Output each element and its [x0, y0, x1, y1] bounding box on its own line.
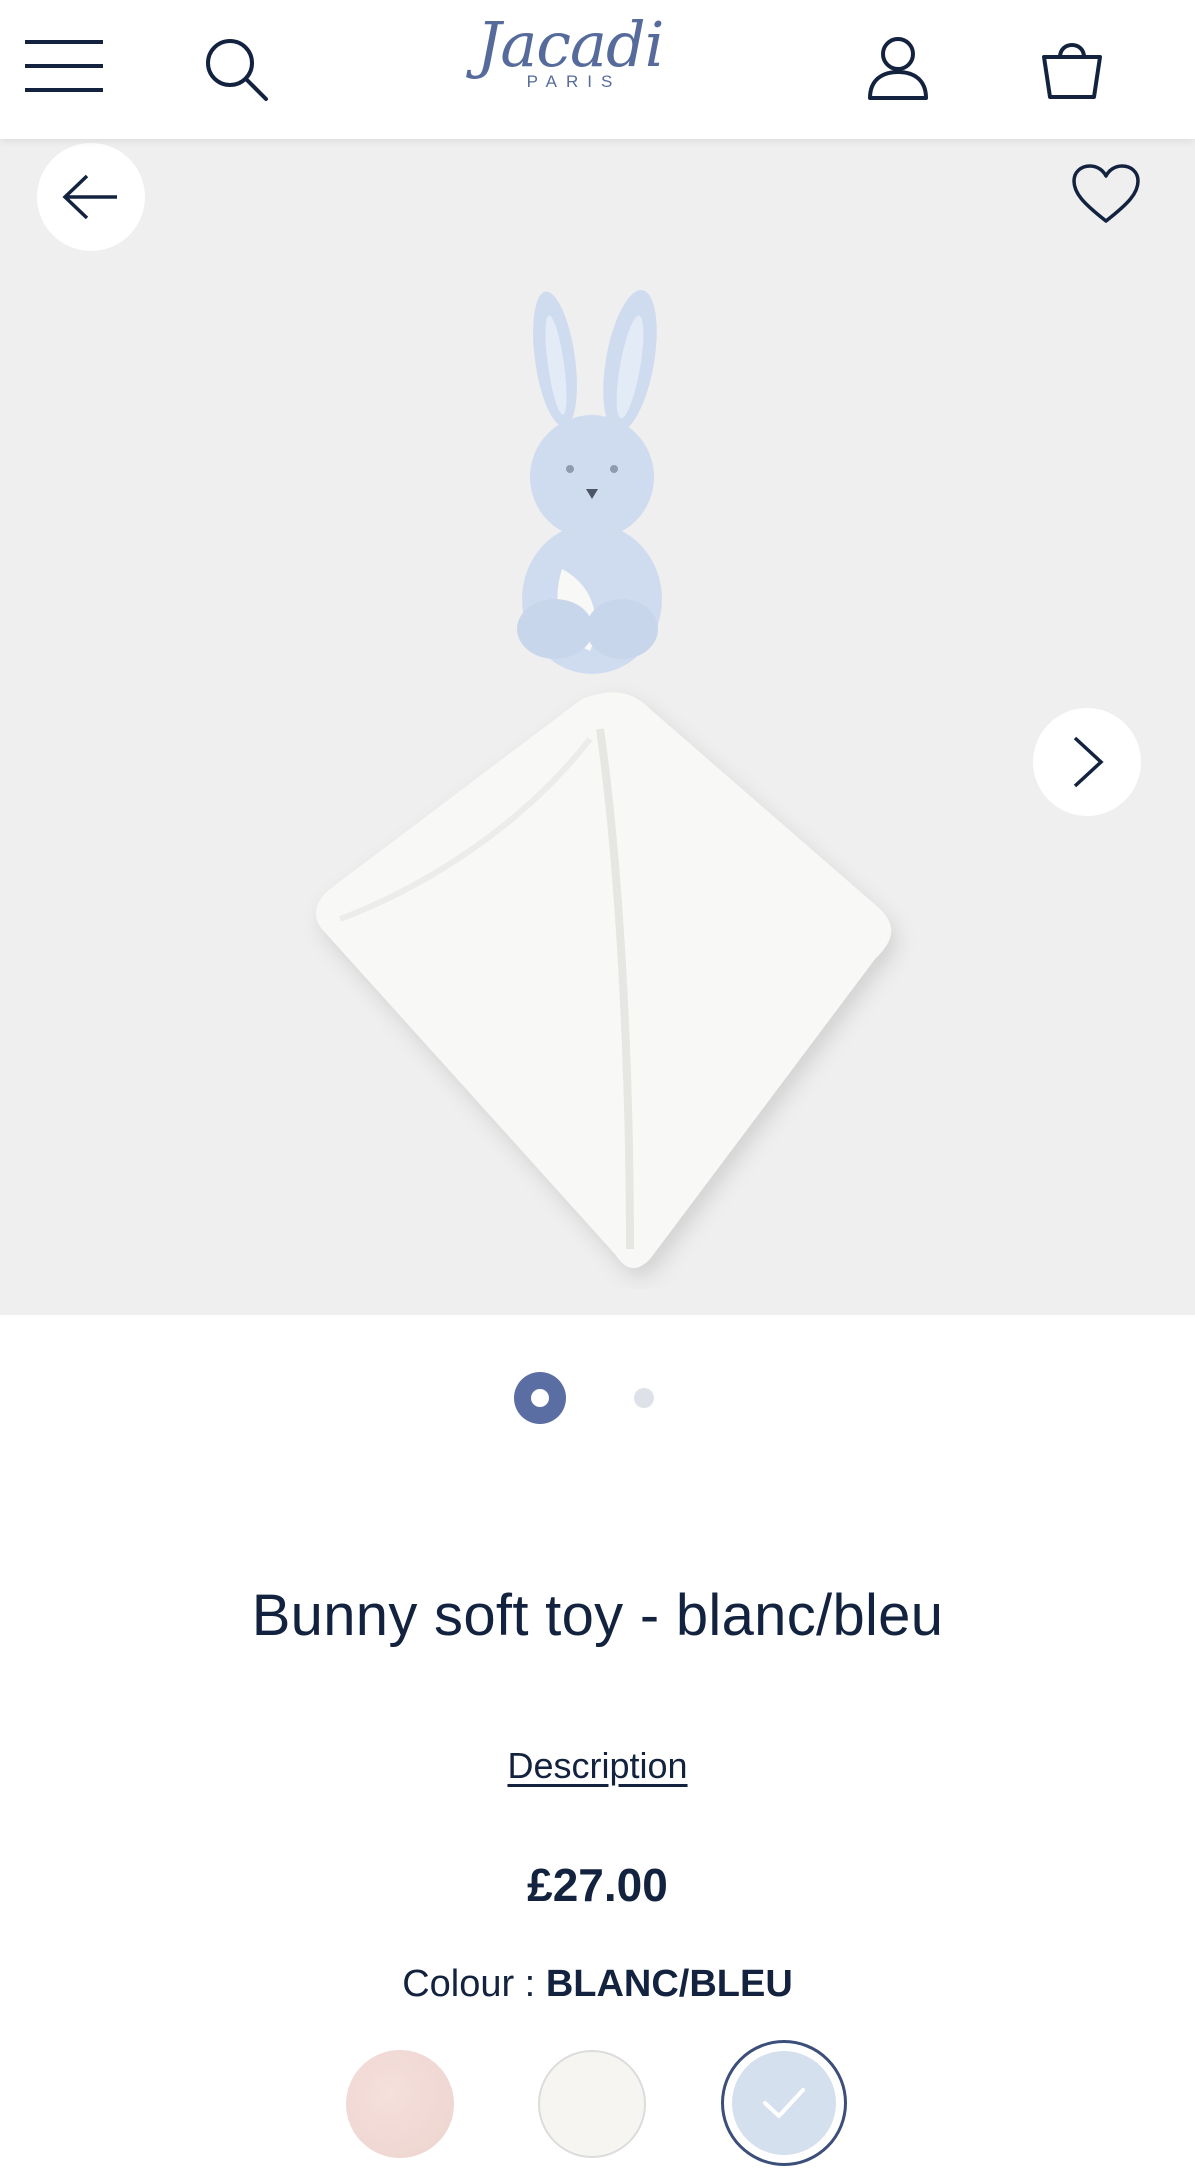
colour-swatch-white[interactable]	[538, 2050, 646, 2158]
search-button[interactable]	[200, 34, 272, 104]
heart-outline-icon	[1072, 164, 1140, 223]
back-button[interactable]	[37, 143, 145, 251]
menu-button[interactable]	[22, 36, 106, 96]
gallery-pager	[0, 1372, 1195, 1424]
checkmark-icon	[763, 2088, 805, 2118]
arrow-left-icon	[62, 174, 117, 220]
colour-label: Colour :	[402, 1963, 536, 2005]
next-image-button[interactable]	[1033, 708, 1141, 816]
colour-value: BLANC/BLEU	[545, 1963, 793, 2005]
search-icon	[206, 39, 268, 101]
pager-dot-active[interactable]	[514, 1372, 566, 1424]
logo-wordmark: Jacadi	[476, 8, 664, 81]
description-link[interactable]: Description	[507, 1745, 687, 1786]
user-account-icon	[868, 37, 928, 100]
product-title: Bunny soft toy - blanc/bleu	[251, 1583, 944, 1648]
colour-swatch-blanc-bleu-selected[interactable]	[721, 2040, 847, 2166]
product-price: £27.00	[527, 1859, 668, 1911]
description-link-wrapper: Description	[0, 1745, 1195, 1787]
brand-logo[interactable]: Jacadi PARIS	[460, 8, 680, 108]
colour-swatch-pink[interactable]	[346, 2050, 454, 2158]
product-image-bunny-soft-toy	[316, 289, 892, 1269]
shopping-bag-button[interactable]	[1036, 32, 1108, 104]
favorite-button[interactable]	[1064, 152, 1148, 236]
product-gallery[interactable]	[0, 139, 1195, 1315]
colour-swatch-blanc-bleu	[732, 2051, 836, 2155]
hamburger-menu-icon	[25, 40, 103, 92]
shopping-bag-icon	[1042, 43, 1102, 99]
pager-dot[interactable]	[634, 1388, 654, 1408]
colour-line: Colour : BLANC/BLEU	[0, 1963, 1195, 2006]
account-button[interactable]	[862, 34, 934, 104]
chevron-right-icon	[1073, 736, 1104, 788]
site-header: Jacadi PARIS	[0, 0, 1195, 139]
